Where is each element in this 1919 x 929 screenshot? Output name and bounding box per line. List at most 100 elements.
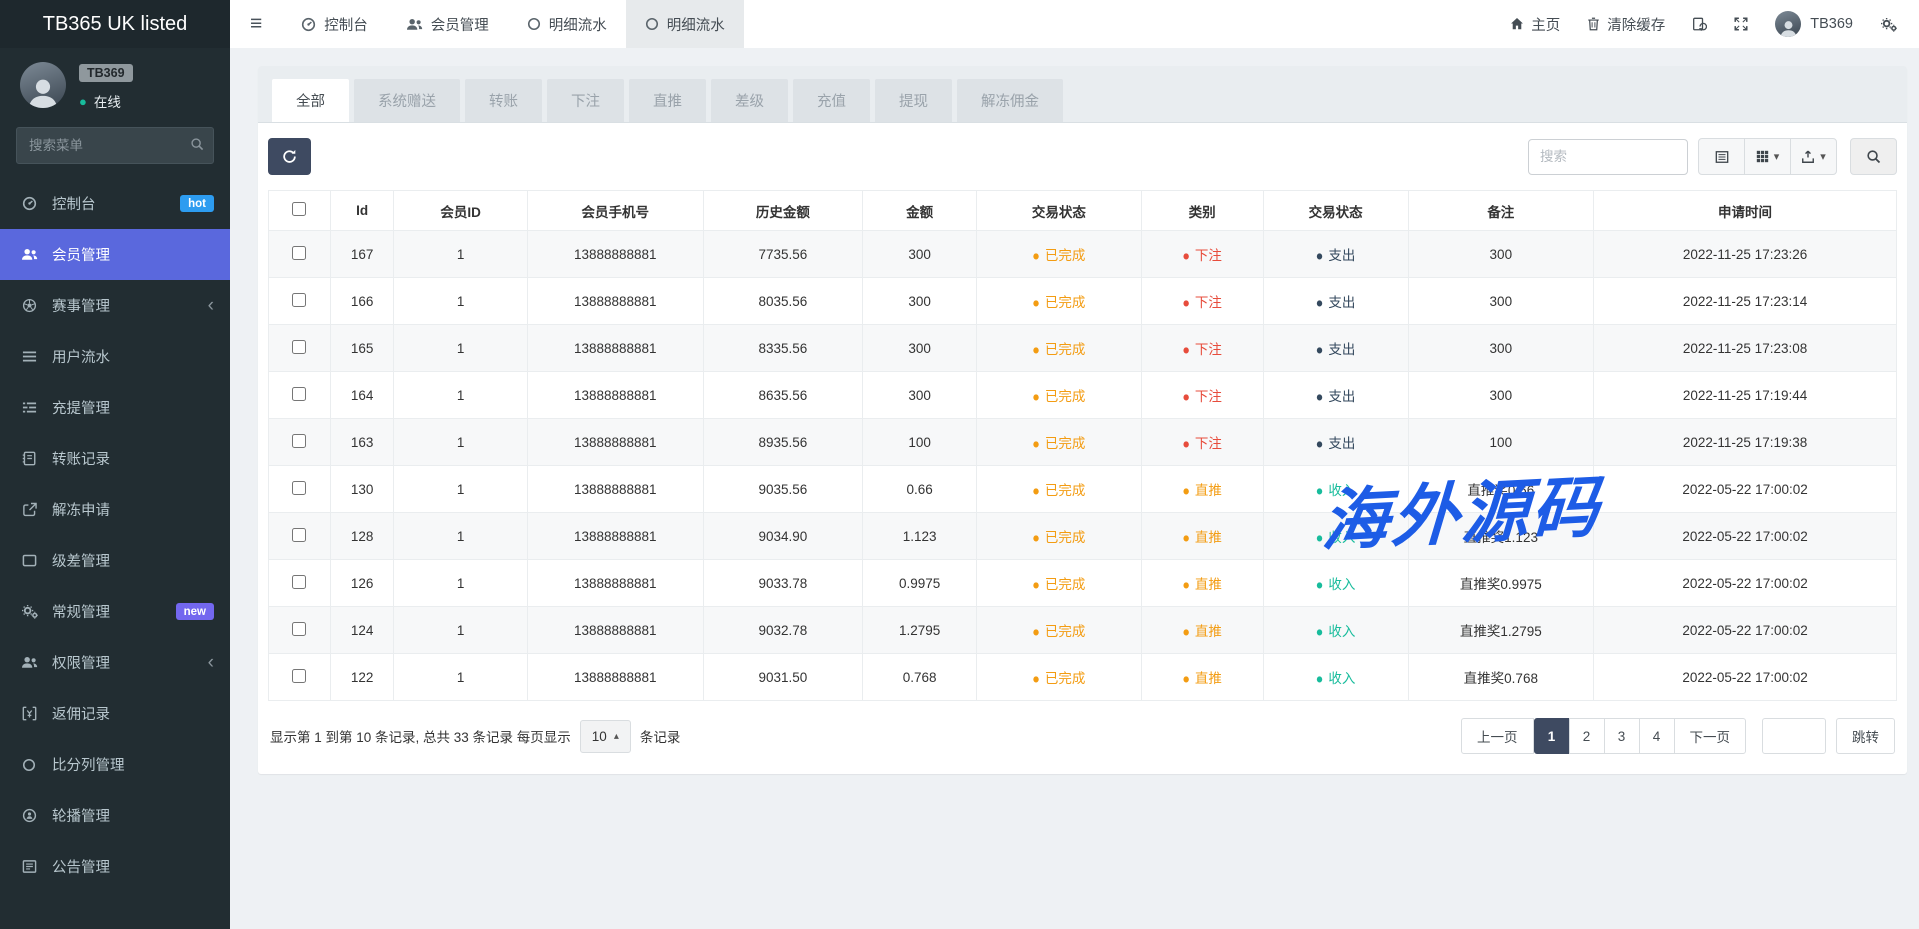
sidebar-item-recharge-withdraw[interactable]: 充提管理 (0, 382, 230, 433)
row-checkbox[interactable] (292, 434, 306, 448)
sidebar-item-transfer-records[interactable]: 转账记录 (0, 433, 230, 484)
sidebar-item-general[interactable]: 常规管理new (0, 586, 230, 637)
status-label: 下注 (1195, 342, 1222, 357)
sidebar-item-label: 会员管理 (52, 244, 110, 265)
sidebar-item-members[interactable]: 会员管理 (0, 229, 230, 280)
trade-status-cell: ●已完成 (977, 513, 1141, 560)
sidebar-item-label: 级差管理 (52, 550, 110, 571)
search-button[interactable] (1850, 138, 1897, 175)
page-size-dropdown[interactable]: 10 ▴ (580, 720, 631, 753)
nav-tab-flow-detail-2[interactable]: 明细流水 (626, 0, 744, 48)
sidebar-item-announcements[interactable]: 公告管理 (0, 841, 230, 892)
column-header-apply-time: 申请时间 (1594, 191, 1897, 231)
detail-view-icon (1715, 150, 1729, 164)
sidebar-item-label: 常规管理 (52, 601, 110, 622)
pagination-page-4[interactable]: 4 (1639, 718, 1675, 754)
sidebar-item-carousel[interactable]: 轮播管理 (0, 790, 230, 841)
caret-up-icon: ▴ (614, 731, 619, 742)
filter-tab-direct-push[interactable]: 直推 (629, 79, 706, 122)
refresh-cache-icon[interactable] (1692, 17, 1707, 32)
filter-tab-level-diff[interactable]: 差级 (711, 79, 788, 122)
table-search-input[interactable] (1528, 139, 1688, 175)
navbar-user-menu[interactable]: TB369 (1775, 11, 1853, 37)
phone-cell: 13888888881 (527, 560, 703, 607)
nav-tab-flow-detail-1[interactable]: 明细流水 (508, 0, 626, 48)
row-checkbox[interactable] (292, 669, 306, 683)
pagination-page-3[interactable]: 3 (1604, 718, 1640, 754)
sidebar-item-commission-records[interactable]: 返佣记录 (0, 688, 230, 739)
search-icon (1866, 149, 1881, 164)
filter-tab-recharge[interactable]: 充值 (793, 79, 870, 122)
history-amount-cell: 7735.56 (703, 231, 863, 278)
row-checkbox[interactable] (292, 387, 306, 401)
filter-tab-transfer[interactable]: 转账 (465, 79, 542, 122)
dashboard-icon (301, 17, 316, 32)
columns-button[interactable]: ▾ (1744, 138, 1791, 175)
status-dot-icon: ● (1032, 436, 1040, 452)
table-row: 1241138888888819032.781.2795●已完成●直推●收入直推… (269, 607, 1897, 654)
nav-tab-console[interactable]: 控制台 (282, 0, 387, 48)
filter-tab-withdraw[interactable]: 提现 (875, 79, 952, 122)
filter-tab-bet[interactable]: 下注 (547, 79, 624, 122)
filter-tab-unfreeze-commission[interactable]: 解冻佣金 (957, 79, 1063, 122)
sidebar-search-input[interactable] (16, 127, 214, 164)
menu-toggle-icon[interactable]: ≡ (230, 12, 282, 36)
row-checkbox[interactable] (292, 528, 306, 542)
refresh-button[interactable] (268, 138, 311, 175)
select-all-checkbox[interactable] (292, 202, 306, 216)
row-checkbox[interactable] (292, 293, 306, 307)
sidebar-item-console[interactable]: 控制台hot (0, 178, 230, 229)
sidebar-item-unfreeze-apply[interactable]: 解冻申请 (0, 484, 230, 535)
member-id-cell: 1 (394, 654, 527, 701)
export-icon (1801, 150, 1815, 164)
records-card: 全部系统赠送转账下注直推差级充值提现解冻佣金 (258, 66, 1907, 774)
home-link[interactable]: 主页 (1510, 14, 1560, 35)
category-cell: ●下注 (1141, 231, 1263, 278)
status-dot-icon: ● (1182, 389, 1190, 405)
status-dot-icon: ● (1316, 483, 1324, 499)
status-dot-icon: ● (1182, 295, 1190, 311)
id-cell: 126 (330, 560, 393, 607)
row-checkbox[interactable] (292, 481, 306, 495)
sidebar-item-permissions[interactable]: 权限管理‹ (0, 637, 230, 688)
filter-tab-all[interactable]: 全部 (272, 79, 349, 122)
row-checkbox[interactable] (292, 575, 306, 589)
member-id-cell: 1 (394, 278, 527, 325)
pagination-next[interactable]: 下一页 (1674, 718, 1747, 754)
settings-gears-icon[interactable] (1880, 17, 1897, 32)
export-button[interactable]: ▾ (1790, 138, 1837, 175)
status-label: 收入 (1328, 624, 1355, 639)
pagination-page-1[interactable]: 1 (1534, 718, 1570, 754)
history-amount-cell: 8035.56 (703, 278, 863, 325)
search-icon (190, 137, 204, 151)
row-checkbox[interactable] (292, 246, 306, 260)
nav-tab-members[interactable]: 会员管理 (387, 0, 508, 48)
row-checkbox[interactable] (292, 622, 306, 636)
pagination-prev[interactable]: 上一页 (1461, 718, 1534, 754)
sidebar-item-user-flow[interactable]: 用户流水 (0, 331, 230, 382)
pagination: 上一页 1234 下一页 跳转 (1461, 718, 1895, 754)
status-dot-icon: ● (1182, 530, 1190, 546)
category-cell: ●直推 (1141, 466, 1263, 513)
sidebar-item-level-diff[interactable]: 级差管理 (0, 535, 230, 586)
flow-type-cell: ●支出 (1263, 372, 1408, 419)
row-checkbox[interactable] (292, 340, 306, 354)
clear-cache-link[interactable]: 清除缓存 (1587, 14, 1665, 35)
sidebar-item-matches[interactable]: 赛事管理‹ (0, 280, 230, 331)
jump-page-input[interactable] (1762, 718, 1826, 754)
sidebar-item-score-list[interactable]: 比分列管理 (0, 739, 230, 790)
sidebar-user-panel: TB369 ● 在线 (0, 48, 230, 121)
status-label: 已完成 (1045, 483, 1086, 498)
fullscreen-icon[interactable] (1734, 17, 1748, 31)
phone-cell: 13888888881 (527, 325, 703, 372)
jump-button[interactable]: 跳转 (1836, 718, 1895, 754)
filter-tab-system-gift[interactable]: 系统赠送 (354, 79, 460, 122)
detail-view-button[interactable] (1698, 138, 1745, 175)
sidebar-item-label: 用户流水 (52, 346, 110, 367)
flow-type-cell: ●收入 (1263, 607, 1408, 654)
trade-status-cell: ●已完成 (977, 325, 1141, 372)
phone-cell: 13888888881 (527, 466, 703, 513)
remark-cell: 直推奖0.66 (1408, 466, 1594, 513)
pagination-page-2[interactable]: 2 (1569, 718, 1605, 754)
online-dot-icon: ● (79, 94, 87, 109)
